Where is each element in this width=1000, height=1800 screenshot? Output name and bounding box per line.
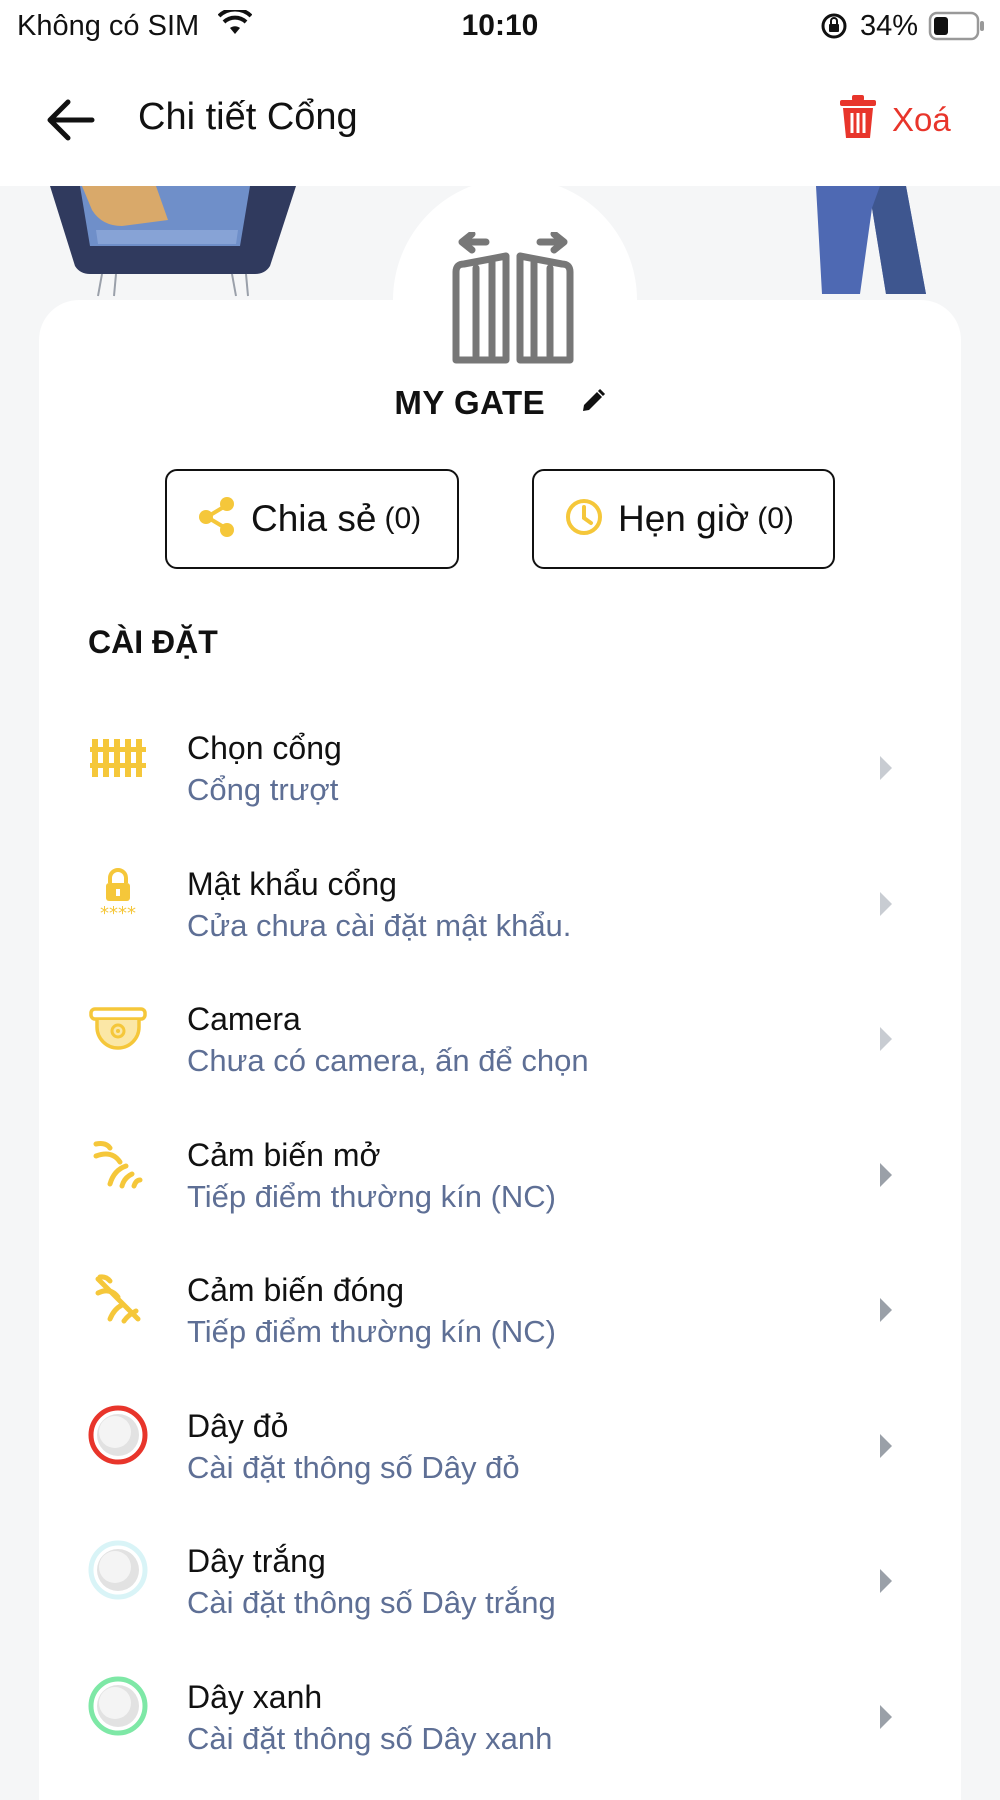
back-arrow-icon[interactable] <box>42 92 98 148</box>
gate-name-row: MY GATE <box>0 384 1000 422</box>
setting-title: Cảm biến đóng <box>187 1272 405 1308</box>
setting-title: Camera <box>187 1001 301 1037</box>
status-bar: Không có SIM 10:10 34% <box>0 0 1000 54</box>
trash-icon <box>838 94 878 145</box>
chevron-right-icon <box>879 1162 893 1192</box>
setting-white-wire[interactable]: Dây trắng Cài đặt thông số Dây trắng <box>39 1513 961 1649</box>
person-illustration <box>816 186 926 294</box>
sofa-illustration <box>50 186 296 297</box>
timer-count: (0) <box>757 502 794 535</box>
white-wire-icon <box>87 1539 149 1601</box>
gate-name: MY GATE <box>394 384 546 421</box>
setting-close-sensor[interactable]: Cảm biến đóng Tiếp điểm thường kín (NC) <box>39 1242 961 1378</box>
setting-subtitle: Cửa chưa cài đặt mật khẩu. <box>187 907 572 943</box>
setting-subtitle: Tiếp điểm thường kín (NC) <box>187 1314 556 1349</box>
edit-pencil-icon[interactable] <box>580 388 606 419</box>
clock-icon <box>564 497 604 542</box>
chevron-right-icon <box>879 1704 893 1734</box>
setting-subtitle: Chưa có camera, ấn để chọn <box>187 1043 589 1078</box>
rotation-lock-icon <box>820 12 848 45</box>
password-lock-icon: **** <box>87 862 149 924</box>
timer-label: Hẹn giờ <box>618 498 750 539</box>
share-count: (0) <box>384 502 422 535</box>
delete-button[interactable]: Xoá <box>838 94 951 145</box>
chevron-right-icon <box>879 756 893 785</box>
share-icon <box>197 496 237 543</box>
chevron-right-icon <box>879 1027 893 1056</box>
delete-label: Xoá <box>892 100 951 138</box>
setting-subtitle: Cài đặt thông số Dây xanh <box>187 1720 553 1756</box>
setting-title: Dây xanh <box>187 1678 323 1715</box>
green-wire-icon <box>87 1675 149 1737</box>
setting-subtitle: Cài đặt thông số Dây trắng <box>187 1585 556 1620</box>
share-button[interactable]: Chia sẻ (0) <box>165 469 459 569</box>
fence-icon <box>87 726 149 788</box>
setting-title: Dây trắng <box>187 1543 326 1579</box>
chevron-right-icon <box>879 1298 893 1327</box>
setting-camera[interactable]: Camera Chưa có camera, ấn để chọn <box>39 971 961 1107</box>
setting-title: Dây đỏ <box>187 1407 289 1444</box>
header: Chi tiết Cổng Xoá <box>0 54 1000 186</box>
settings-section-title: CÀI ĐẶT <box>88 624 218 660</box>
settings-list: Chọn cổng Cổng trượt **** Mật khẩu cổng … <box>39 700 961 1784</box>
gate-icon <box>448 230 578 369</box>
battery-icon <box>928 11 986 46</box>
battery-percentage: 34% <box>860 10 919 42</box>
page-title: Chi tiết Cổng <box>138 96 358 138</box>
sensor-close-icon <box>87 1268 149 1330</box>
chevron-right-icon <box>879 1569 893 1598</box>
setting-open-sensor[interactable]: Cảm biến mở Tiếp điểm thường kín (NC) <box>39 1107 961 1243</box>
setting-green-wire[interactable]: Dây xanh Cài đặt thông số Dây xanh <box>39 1649 961 1785</box>
sensor-open-icon <box>87 1133 149 1195</box>
red-wire-icon <box>87 1404 149 1466</box>
setting-title: Cảm biến mở <box>187 1136 381 1173</box>
setting-title: Chọn cổng <box>187 730 342 766</box>
setting-subtitle: Tiếp điểm thường kín (NC) <box>187 1178 556 1214</box>
setting-title: Mật khẩu cổng <box>187 865 397 902</box>
chevron-right-icon <box>879 1433 893 1463</box>
clock: 10:10 <box>461 9 539 42</box>
setting-subtitle: Cổng trượt <box>187 772 339 807</box>
setting-subtitle: Cài đặt thông số Dây đỏ <box>187 1449 520 1485</box>
chevron-right-icon <box>879 891 893 921</box>
timer-button[interactable]: Hẹn giờ (0) <box>532 469 835 569</box>
svg-text:****: **** <box>100 903 136 921</box>
camera-icon <box>87 997 149 1059</box>
setting-red-wire[interactable]: Dây đỏ Cài đặt thông số Dây đỏ <box>39 1378 961 1514</box>
setting-gate-password[interactable]: **** Mật khẩu cổng Cửa chưa cài đặt mật … <box>39 836 961 972</box>
setting-gate-type[interactable]: Chọn cổng Cổng trượt <box>39 700 961 836</box>
share-label: Chia sẻ <box>251 498 377 539</box>
